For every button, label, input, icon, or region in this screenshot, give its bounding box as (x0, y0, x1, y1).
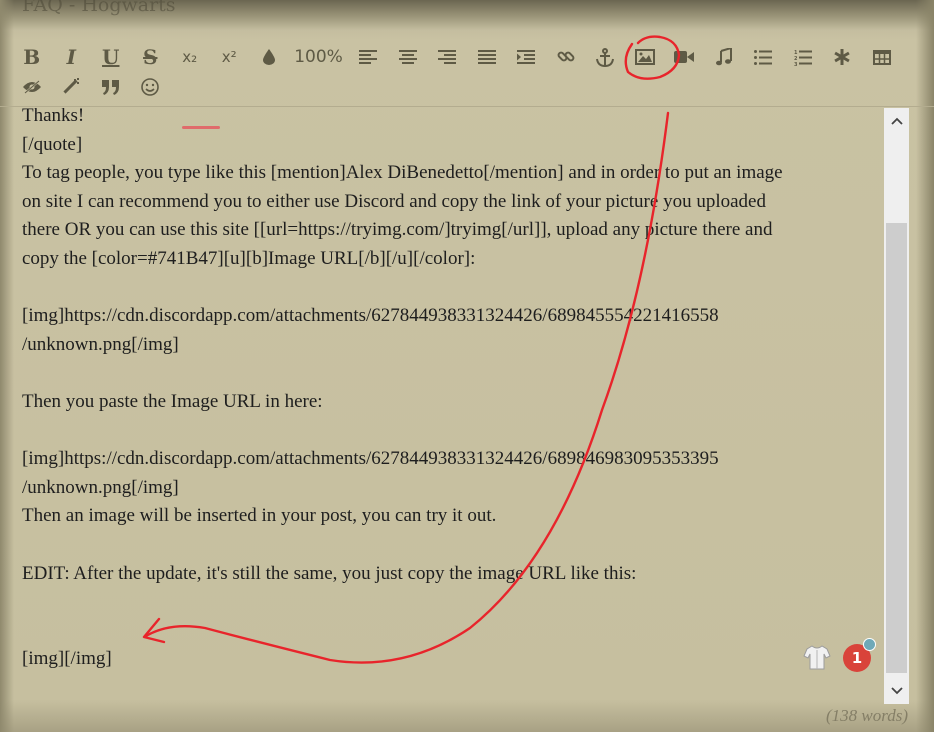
subscript-button[interactable]: x₂ (170, 42, 210, 72)
table-icon (872, 49, 891, 65)
scroll-down-button[interactable] (884, 678, 909, 704)
editor-line: [img]https://cdn.discordapp.com/attachme… (22, 305, 719, 327)
svg-text:3: 3 (794, 62, 798, 66)
editor-content: Thanks! [/quote] To tag people, you type l… (22, 108, 872, 674)
asterisk-button[interactable] (823, 42, 863, 72)
color-drop-icon (262, 49, 275, 65)
link-button[interactable] (546, 42, 586, 72)
editor-line: /unknown.png[/img] (22, 333, 179, 355)
page-title: FAQ - Hogwarts (22, 0, 176, 16)
editor-line: /unknown.png[/img] (22, 476, 179, 498)
numbered-list-button[interactable]: 123 (783, 42, 823, 72)
indent-button[interactable] (507, 42, 547, 72)
word-count: (138 words) (825, 706, 908, 725)
editor-line: To tag people, you type like this [menti… (22, 162, 783, 184)
magic-wand-button[interactable] (52, 72, 92, 102)
strikethrough-button[interactable]: S (131, 42, 171, 72)
emoji-button[interactable] (131, 72, 171, 102)
anchor-icon (596, 47, 615, 67)
scroll-thumb[interactable] (886, 223, 907, 673)
editor-line: [/quote] (22, 133, 83, 155)
editor-toolbar: B I U S x₂ x² 100% 1 2 3 (12, 42, 912, 104)
editor-line: Then you paste the Image URL in here: (22, 390, 323, 412)
align-center-icon (398, 49, 417, 64)
editor-scrollbar[interactable] (884, 108, 909, 704)
smiley-icon (141, 78, 160, 96)
italic-button[interactable]: I (52, 42, 92, 72)
chevron-down-icon (890, 687, 903, 695)
shirt-icon[interactable] (803, 643, 831, 671)
align-center-button[interactable] (388, 42, 428, 72)
font-size-button[interactable]: 100% (289, 42, 349, 72)
color-button[interactable] (249, 42, 289, 72)
status-dot (863, 638, 876, 651)
align-left-icon (359, 49, 378, 64)
table-button[interactable] (862, 42, 902, 72)
underline-button[interactable]: U (91, 42, 131, 72)
insert-image-button[interactable] (625, 42, 665, 72)
align-justify-icon (477, 49, 496, 64)
align-justify-button[interactable] (467, 42, 507, 72)
editor-line: [img]https://cdn.discordapp.com/attachme… (22, 448, 719, 470)
asterisk-icon (834, 49, 850, 65)
chevron-up-icon (890, 117, 903, 125)
numbered-list-icon: 123 (794, 50, 812, 66)
bold-icon: B (23, 45, 41, 69)
magic-wand-icon (63, 78, 80, 94)
hide-button[interactable] (12, 72, 52, 102)
editor-line: Then an image will be inserted in your p… (22, 505, 497, 527)
editor-line: copy the [color=#741B47][u][b]Image URL[… (22, 247, 476, 269)
image-icon (634, 49, 655, 65)
bold-button[interactable]: B (12, 42, 52, 72)
underline-icon: U (102, 45, 120, 69)
editor-line: there OR you can use this site [[url=htt… (22, 219, 773, 241)
quote-button[interactable] (91, 72, 131, 102)
align-right-icon (438, 49, 457, 64)
subscript-icon: x₂ (182, 48, 198, 66)
page-shadow-right (916, 0, 934, 732)
anchor-button[interactable] (586, 42, 626, 72)
editor-line: on site I can recommend you to either us… (22, 190, 766, 212)
indent-icon (517, 49, 536, 64)
insert-audio-button[interactable] (704, 42, 744, 72)
quote-icon (101, 79, 119, 95)
insert-video-button[interactable] (665, 42, 705, 72)
strikethrough-icon: S (143, 45, 158, 69)
editor-line: [img][/img] (22, 648, 112, 670)
bullet-list-icon (754, 49, 773, 65)
post-editor-textarea[interactable]: Thanks! [/quote] To tag people, you type l… (0, 108, 884, 704)
music-icon (715, 48, 732, 66)
italic-icon: I (66, 45, 76, 69)
spellcheck-underline (182, 126, 220, 129)
scroll-up-button[interactable] (884, 108, 909, 134)
align-left-button[interactable] (349, 42, 389, 72)
editor-line: EDIT: After the update, it's still the s… (22, 562, 637, 584)
align-right-button[interactable] (428, 42, 468, 72)
forum-page: FAQ - Hogwarts B I U S x₂ x² 100% 1 2 3 … (0, 0, 934, 732)
toolbar-divider (0, 106, 934, 107)
link-icon (557, 51, 575, 62)
hide-icon (22, 80, 41, 94)
superscript-button[interactable]: x² (210, 42, 250, 72)
bullet-list-button[interactable] (744, 42, 784, 72)
video-icon (674, 51, 695, 63)
editor-line: Thanks! (22, 108, 85, 126)
superscript-icon: x² (221, 48, 237, 66)
